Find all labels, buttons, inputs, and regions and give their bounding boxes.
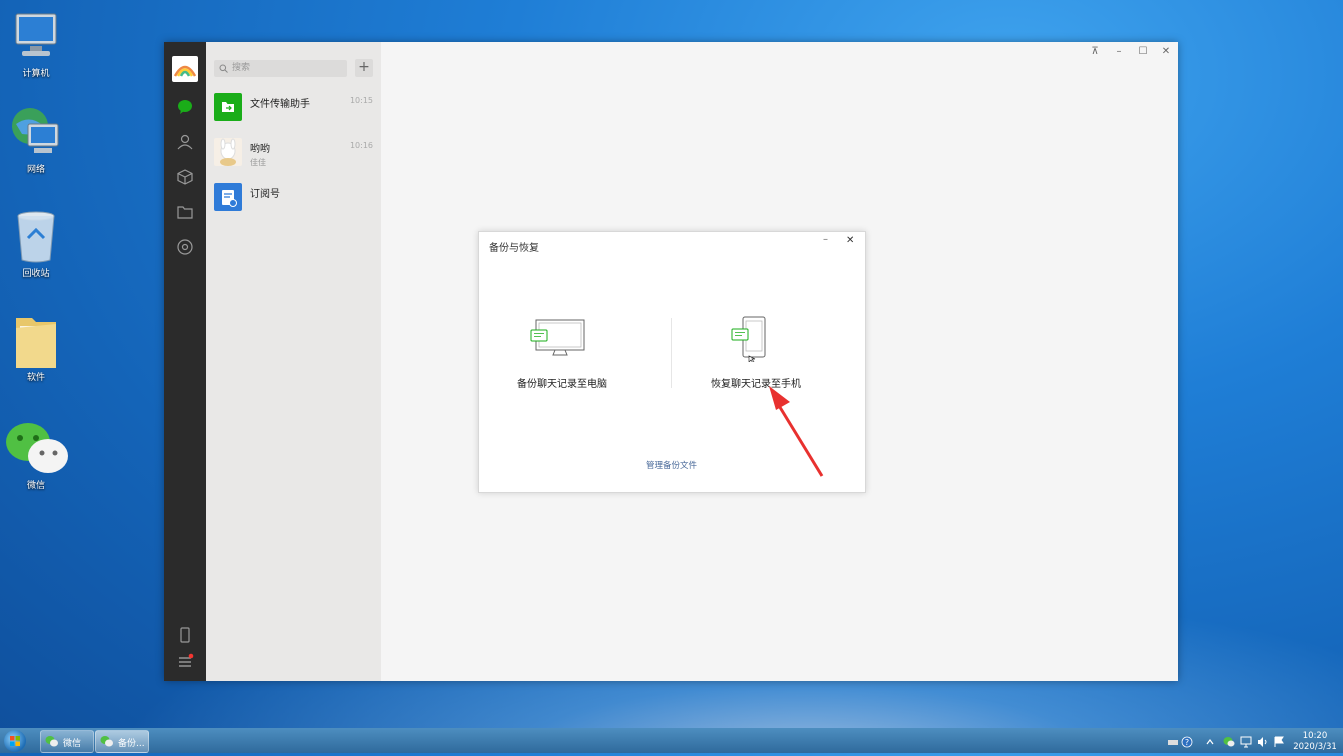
chat-name: 订阅号 (250, 189, 280, 200)
wechat-logo-icon (6, 420, 68, 476)
monitor-icon (530, 319, 585, 356)
dialog-title: 备份与恢复 (489, 243, 539, 254)
folder-icon[interactable] (176, 203, 194, 221)
taskbar-button-backup[interactable]: 备份... (95, 730, 149, 753)
phone-icon[interactable] (176, 626, 194, 644)
desktop-icon-label: 回收站 (22, 269, 50, 279)
desktop-icon-wechat[interactable]: 微信 (2, 420, 70, 491)
keyboard-icon[interactable] (1167, 733, 1179, 745)
wechat-nav-sidebar (164, 42, 206, 681)
file-transfer-icon (214, 93, 242, 121)
chat-time: 10:16 (349, 141, 373, 150)
list-item-yoyo[interactable]: 哟哟 10:16 佳佳 (206, 132, 381, 177)
help-icon[interactable]: ? (1181, 733, 1193, 748)
action-center-flag-icon[interactable] (1273, 733, 1285, 747)
chat-name: 哟哟 (250, 144, 270, 155)
chat-name: 文件传输助手 (250, 99, 310, 110)
start-button[interactable] (4, 730, 26, 752)
menu-icon[interactable] (176, 653, 194, 671)
taskbar: 微信 备份... ? 10:20 2020/3/31 (0, 728, 1343, 753)
folder-icon (8, 312, 64, 368)
svg-text:?: ? (1185, 738, 1189, 747)
desktop-icon-computer[interactable]: 计算机 (2, 8, 70, 79)
wechat-logo-icon (100, 736, 113, 747)
moments-icon[interactable] (176, 238, 194, 256)
desktop-icon-label: 软件 (26, 373, 45, 383)
desktop-icon-recycle-bin[interactable]: 回收站 (2, 208, 70, 279)
taskbar-button-label: 微信 (63, 739, 82, 749)
close-button[interactable]: ✕ (1159, 46, 1173, 57)
recycle-bin-icon (8, 208, 64, 264)
wechat-logo-icon (45, 736, 58, 747)
clock-time: 10:20 (1302, 731, 1328, 741)
chat-icon[interactable] (176, 98, 194, 116)
list-item-subscriptions[interactable]: 订阅号 (206, 177, 381, 222)
search-icon (219, 64, 228, 73)
chat-list-panel: 搜索 + 文件传输助手 10:15 哟哟 10:16 佳佳 订阅号 (206, 42, 381, 681)
show-hidden-icons-icon[interactable] (1204, 733, 1216, 745)
desktop-icon-label: 计算机 (22, 69, 50, 79)
desktop-icon-network[interactable]: 网络 (2, 104, 70, 175)
network-tray-icon[interactable] (1240, 733, 1252, 748)
backup-to-pc-label[interactable]: 备份聊天记录至电脑 (517, 375, 607, 390)
dialog-close-button[interactable]: ✕ (846, 235, 854, 246)
manage-backup-files-link[interactable]: 管理备份文件 (646, 459, 697, 471)
restore-to-phone-option[interactable] (731, 316, 771, 364)
minimize-button[interactable]: – (1112, 46, 1126, 57)
red-arrow-annotation (769, 386, 824, 477)
dialog-minimize-button[interactable]: – (823, 234, 828, 245)
list-item-file-transfer[interactable]: 文件传输助手 10:15 (206, 87, 381, 132)
taskbar-button-wechat[interactable]: 微信 (40, 730, 94, 753)
desktop-icon-label: 网络 (26, 165, 45, 175)
avatar[interactable] (172, 56, 198, 82)
computer-icon (8, 8, 64, 64)
options-divider (671, 318, 672, 388)
desktop-icon-label: 微信 (26, 481, 45, 491)
wechat-tray-icon[interactable] (1223, 733, 1235, 747)
favorites-cube-icon[interactable] (176, 168, 194, 186)
taskbar-button-label: 备份... (118, 739, 145, 749)
phone-icon (731, 316, 766, 364)
backup-to-pc-option[interactable] (529, 318, 589, 358)
maximize-button[interactable]: ☐ (1136, 46, 1150, 57)
search-input[interactable]: 搜索 (214, 60, 347, 77)
contacts-icon[interactable] (176, 133, 194, 151)
chat-preview: 佳佳 (250, 158, 266, 167)
volume-icon[interactable] (1256, 733, 1268, 747)
subscription-icon (214, 183, 242, 211)
contact-avatar (214, 138, 242, 166)
system-clock[interactable]: 10:20 2020/3/31 (1290, 731, 1340, 753)
add-chat-button[interactable]: + (355, 59, 373, 77)
search-placeholder: 搜索 (232, 63, 251, 73)
pin-button[interactable]: ⊼ (1088, 46, 1102, 57)
network-icon (8, 104, 64, 160)
windows-logo-icon (10, 736, 20, 746)
desktop-icon-software-folder[interactable]: 软件 (2, 312, 70, 383)
clock-date: 2020/3/31 (1293, 742, 1337, 752)
chat-time: 10:15 (349, 96, 373, 105)
